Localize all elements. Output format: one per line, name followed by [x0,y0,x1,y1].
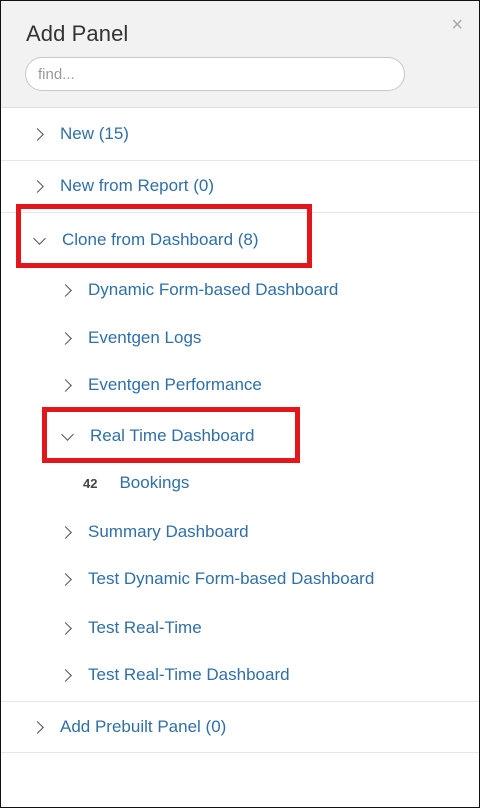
panel-header: Add Panel × [1,1,479,108]
dashboard-item-label: Dynamic Form-based Dashboard [88,280,339,299]
dashboard-item[interactable]: Eventgen Performance [1,370,480,400]
dashboard-item-label: Eventgen Performance [88,375,262,394]
divider [1,701,479,702]
chevron-right-icon [31,179,44,193]
chevron-right-icon [59,572,72,586]
add-panel-sidebar: Add Panel × New (15) New from Report (0)… [0,0,480,808]
section-new[interactable]: New (15) [1,119,480,149]
chevron-right-icon [59,331,72,345]
section-new-label: New (15) [60,124,129,143]
dashboard-item-label: Test Real-Time [88,618,202,637]
chevron-right-icon [59,621,72,635]
divider [1,752,479,753]
panel-title: Add Panel [26,21,129,46]
panel-count-badge: 42 [83,475,98,491]
dashboard-item[interactable]: Summary Dashboard [1,517,480,547]
chevron-right-icon [59,378,72,392]
section-add-prebuilt-panel[interactable]: Add Prebuilt Panel (0) [1,712,480,742]
chevron-right-icon [59,283,72,297]
dashboard-item-label: Eventgen Logs [88,328,202,347]
dashboard-item-label: Test Real-Time Dashboard [88,665,290,684]
dashboard-item[interactable]: Test Real-Time [1,613,480,643]
dashboard-item[interactable]: Eventgen Logs [1,323,480,353]
chevron-right-icon [59,525,72,539]
dashboard-item-label: Summary Dashboard [88,522,249,541]
close-icon[interactable]: × [451,15,463,35]
chevron-right-icon [31,720,44,734]
chevron-right-icon [31,127,44,141]
section-prebuilt-label: Add Prebuilt Panel (0) [60,717,227,736]
dashboard-item[interactable]: Test Real-Time Dashboard [1,660,480,690]
dashboard-item-label: Test Dynamic Form-based Dashboard [88,569,375,588]
chevron-right-icon [59,668,72,682]
panel-item-bookings[interactable]: 42 Bookings [1,468,480,498]
panel-item-label: Bookings [119,473,190,492]
dashboard-item[interactable]: Dynamic Form-based Dashboard [1,275,480,305]
section-new-from-report[interactable]: New from Report (0) [1,171,480,201]
search-input[interactable] [25,57,405,91]
divider [1,160,479,161]
highlight-box-real-time [42,407,300,463]
section-new-from-report-label: New from Report (0) [60,176,214,195]
highlight-box-clone [16,204,312,268]
dashboard-item[interactable]: Test Dynamic Form-based Dashboard [1,564,480,594]
